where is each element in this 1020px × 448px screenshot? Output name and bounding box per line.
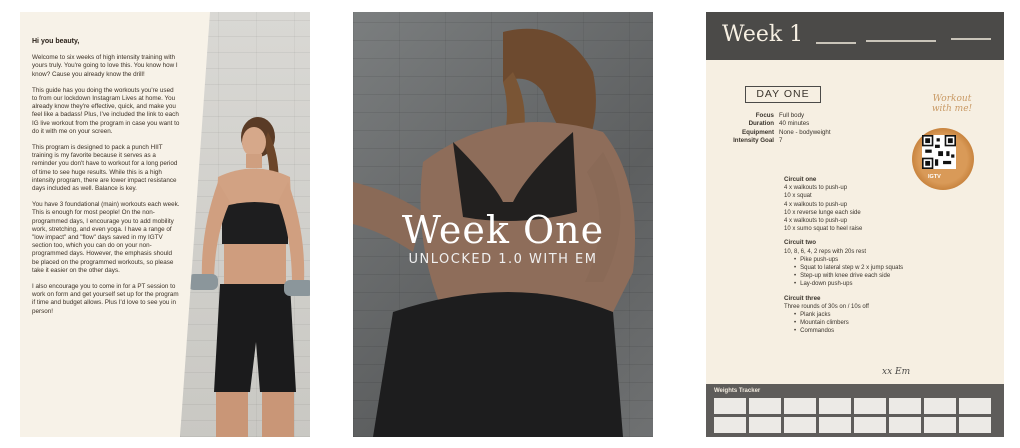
exercise: 4 x walkouts to push-up — [784, 201, 848, 208]
paragraph: This program is designed to pack a punch… — [32, 144, 178, 193]
exercise: Squat to lateral step w 2 x jump squats — [784, 264, 903, 272]
exercise: Pike push-ups — [784, 256, 903, 264]
week-plan-page: Week 1 DAY ONE Focus Full body Duration 40… — [706, 12, 1004, 437]
paragraph: Welcome to six weeks of high intensity t… — [32, 54, 178, 78]
exercise: 10 x reverse lunge each side — [784, 209, 861, 216]
tracker-cell[interactable] — [854, 398, 886, 414]
circuit-title: Circuit three — [784, 294, 821, 302]
intro-page: Hi you beauty, Welcome to six weeks of h… — [20, 12, 310, 437]
cover-title: Week One — [401, 208, 605, 252]
igtv-label: IGTV — [928, 174, 941, 180]
tracker-cell[interactable] — [854, 417, 886, 433]
circuits: Circuit one 4 x walkouts to push-up 10 x… — [784, 176, 903, 336]
exercise: Step-up with knee drive each side — [784, 272, 903, 280]
week-title: Week 1 — [722, 22, 804, 47]
info-key: Focus — [755, 112, 774, 119]
tracker-cell[interactable] — [889, 398, 921, 414]
circuit-intro: Three rounds of 30s on / 10s off — [784, 303, 869, 310]
cover-subtitle: UNLOCKED 1.0 WITH EM — [408, 252, 598, 267]
workout-info: Focus Full body Duration 40 minutes Equipm… — [714, 112, 831, 146]
intro-letter: Hi you beauty, Welcome to six weeks of h… — [32, 38, 180, 324]
brush-stroke — [866, 40, 936, 42]
info-value: 7 — [779, 137, 783, 145]
exercise: 10 x squat — [784, 193, 812, 200]
greeting: Hi you beauty, — [32, 38, 80, 45]
paragraph: I also encourage you to come in for a PT… — [32, 283, 179, 315]
info-value: None - bodyweight — [779, 128, 831, 136]
tracker-grid — [714, 398, 991, 433]
info-value: Full body — [779, 112, 805, 119]
woman-dumbbells-photo — [180, 12, 310, 437]
paragraph: This guide has you doing the workouts yo… — [32, 86, 180, 135]
tracker-cell[interactable] — [749, 398, 781, 414]
info-key: Intensity Goal — [733, 137, 774, 145]
qr-code-icon[interactable] — [922, 135, 956, 169]
exercise: Plank jacks — [784, 311, 903, 319]
exercise: 10 x sumo squat to heel raise — [784, 226, 863, 233]
paragraph: You have 3 foundational (main) workouts … — [32, 201, 180, 274]
cover-page: Week One UNLOCKED 1.0 WITH EM — [353, 12, 653, 437]
tracker-cell[interactable] — [959, 398, 991, 414]
tracker-cell[interactable] — [819, 398, 851, 414]
tracker-cell[interactable] — [924, 417, 956, 433]
signature: xx Em — [882, 367, 911, 377]
tracker-cell[interactable] — [714, 417, 746, 433]
circuit-title: Circuit two — [784, 239, 816, 247]
weights-tracker: Weights Tracker — [706, 384, 1004, 437]
tracker-cell[interactable] — [924, 398, 956, 414]
workout-with-me-label: Workout with me! — [931, 94, 973, 114]
tracker-cell[interactable] — [959, 417, 991, 433]
info-value: 40 minutes — [779, 120, 810, 128]
tracker-cell[interactable] — [784, 417, 816, 433]
exercise: Mountain climbers — [784, 319, 903, 327]
tracker-cell[interactable] — [749, 417, 781, 433]
tracker-cell[interactable] — [714, 398, 746, 414]
circuit-intro: 10, 8, 6, 4, 2 reps with 20s rest — [784, 248, 867, 255]
day-label: DAY ONE — [745, 86, 821, 103]
brush-stroke — [816, 42, 856, 44]
brush-stroke — [951, 38, 991, 40]
exercise: 4 x walkouts to push-up — [784, 185, 848, 192]
tracker-label: Weights Tracker — [714, 388, 761, 394]
tracker-cell[interactable] — [784, 398, 816, 414]
circuit-title: Circuit one — [784, 176, 817, 183]
tracker-cell[interactable] — [819, 417, 851, 433]
info-key: Duration — [748, 120, 774, 128]
exercise: Lay-down push-ups — [784, 280, 903, 288]
info-key: Equipment — [742, 128, 774, 136]
woman-figure — [188, 117, 310, 437]
exercise: 4 x walkouts to push-up — [784, 218, 848, 225]
week-header: Week 1 — [706, 12, 1004, 60]
exercise: Commandos — [784, 327, 903, 335]
tracker-cell[interactable] — [889, 417, 921, 433]
